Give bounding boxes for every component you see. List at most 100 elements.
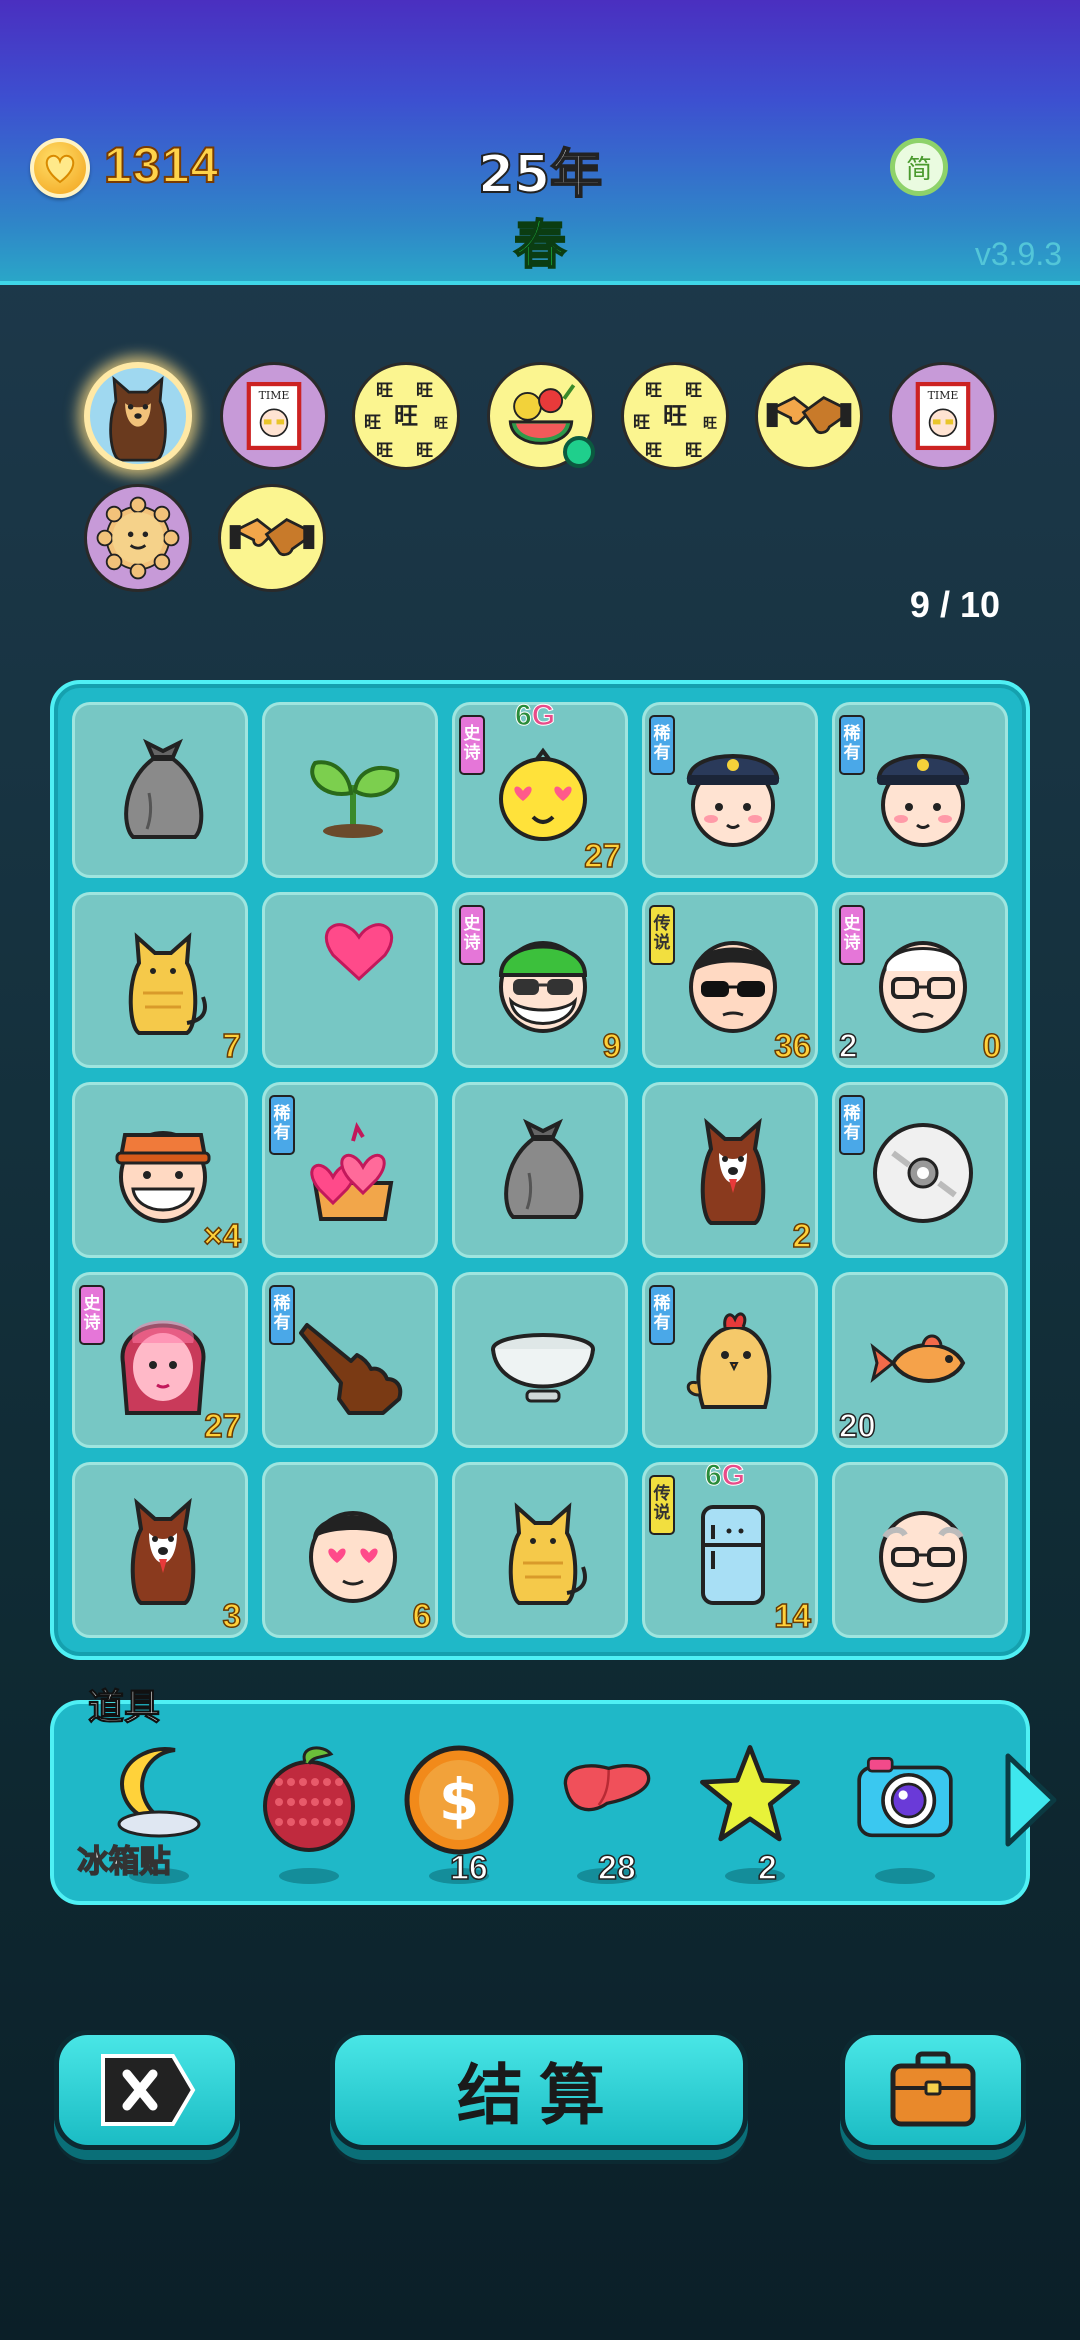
svg-text:旺: 旺 — [645, 381, 662, 401]
slot-count: 9 / 10 — [909, 584, 1000, 625]
svg-text:旺: 旺 — [633, 413, 650, 433]
board-cell[interactable]: 传说 36 — [642, 892, 818, 1068]
board-cell[interactable]: 2 — [642, 1082, 818, 1258]
board-cell[interactable]: 7 — [72, 892, 248, 1068]
simplified-chinese-toggle[interactable]: 简 — [890, 138, 948, 196]
rarity-badge: 稀有 — [839, 1095, 865, 1155]
board-cell[interactable]: 稀有 — [262, 1272, 438, 1448]
board-cell[interactable]: 稀有 — [832, 702, 1008, 878]
avatar-shiba-dog[interactable] — [84, 362, 192, 470]
board-cell[interactable]: 6 — [262, 1462, 438, 1638]
network-6g-badge: 6G — [515, 699, 556, 733]
svg-text:旺: 旺 — [364, 413, 381, 433]
board-cell[interactable]: 稀有 — [832, 1082, 1008, 1258]
board-cell[interactable]: 稀有 — [642, 702, 818, 878]
next-tools-arrow-icon[interactable] — [1000, 1750, 1060, 1850]
rarity-badge: 传说 — [649, 1475, 675, 1535]
pink-hair-girl-icon — [103, 1303, 223, 1423]
heart-coin-icon — [30, 138, 90, 198]
svg-text:TIME: TIME — [928, 389, 959, 402]
tool-camera[interactable] — [840, 1744, 970, 1884]
garbage-bag-icon — [103, 733, 223, 853]
police-officer-icon — [673, 733, 793, 853]
sunglasses-boss-icon — [673, 923, 793, 1043]
cell-counter: 3 — [222, 1596, 242, 1635]
board-cell[interactable] — [262, 892, 438, 1068]
cell-counter: 27 — [204, 1406, 242, 1445]
settle-button[interactable]: 结算 — [330, 2030, 748, 2150]
svg-text:旺: 旺 — [703, 416, 717, 432]
tool-count: 2 — [757, 1848, 777, 1888]
board-cell[interactable]: 史诗 0 2 — [832, 892, 1008, 1068]
board-cell[interactable] — [262, 702, 438, 878]
liver-icon — [547, 1740, 667, 1860]
avatar-time-magazine[interactable]: TIME — [889, 362, 997, 470]
svg-text:旺: 旺 — [685, 381, 702, 401]
yellow-cat-icon — [103, 923, 223, 1043]
cd-disc-icon — [863, 1113, 983, 1233]
bayberry-icon — [249, 1740, 369, 1860]
cell-counter: 36 — [774, 1026, 812, 1065]
rarity-badge: 稀有 — [649, 715, 675, 775]
board-cell[interactable] — [452, 1462, 628, 1638]
svg-text:旺: 旺 — [394, 402, 418, 430]
garbage-bag-icon — [483, 1113, 603, 1233]
board-cell[interactable] — [72, 702, 248, 878]
avatar-wang-pattern[interactable]: 旺旺旺旺旺旺旺 — [621, 362, 729, 470]
blue-fridge-icon — [673, 1493, 793, 1613]
husky-dog-icon — [673, 1113, 793, 1233]
board-cell[interactable] — [452, 1082, 628, 1258]
old-professor-icon — [863, 923, 983, 1043]
game-year: 25年 — [477, 144, 603, 206]
tool-shadow — [875, 1868, 935, 1884]
board-cell[interactable]: 稀有 — [642, 1272, 818, 1448]
board-cell[interactable]: 3 — [72, 1462, 248, 1638]
tool-count: 28 — [597, 1848, 636, 1888]
version-label: v3.9.3 — [974, 236, 1062, 272]
tool-bayberry[interactable] — [244, 1744, 374, 1884]
briefcase-icon — [890, 2051, 976, 2127]
pointing-hand-icon — [293, 1303, 413, 1423]
chicken-icon — [673, 1303, 793, 1423]
fridge-magnet-label: 冰箱贴 — [77, 1843, 172, 1881]
online-status-dot — [563, 436, 595, 468]
empty-bowl-icon — [483, 1303, 603, 1423]
close-button[interactable] — [54, 2030, 240, 2150]
board-cell[interactable] — [452, 1272, 628, 1448]
tools-title: 道具 — [87, 1687, 161, 1729]
board-cell[interactable]: 传说 6G 14 — [642, 1459, 818, 1638]
board-cell[interactable]: 史诗 27 — [72, 1272, 248, 1448]
camera-icon — [845, 1740, 965, 1860]
avatar-sun-cookie[interactable] — [84, 484, 192, 592]
board-cell[interactable]: 稀有 — [262, 1082, 438, 1258]
coin-icon: $ — [399, 1740, 519, 1860]
tools-bar: $16 28 2 — [50, 1700, 1030, 1905]
svg-text:旺: 旺 — [376, 381, 393, 401]
rarity-badge: 稀有 — [269, 1095, 295, 1155]
board-cell[interactable]: 史诗 9 — [452, 892, 628, 1068]
board-cell[interactable]: 20 — [832, 1272, 1008, 1448]
tool-star[interactable] — [690, 1744, 820, 1884]
flying-heart-icon — [293, 923, 413, 1043]
yellow-cat-icon — [483, 1493, 603, 1613]
rarity-badge: 史诗 — [839, 905, 865, 965]
svg-text:旺: 旺 — [685, 441, 702, 461]
avatar-handshake[interactable] — [218, 484, 326, 592]
mask-worker-icon — [103, 1113, 223, 1233]
avatar-handshake[interactable] — [755, 362, 863, 470]
rarity-badge: 稀有 — [649, 1285, 675, 1345]
briefcase-button[interactable] — [840, 2030, 1026, 2150]
cell-counter: 0 — [982, 1026, 1002, 1065]
rarity-badge: 史诗 — [459, 905, 485, 965]
top-bar: 1314 25年 春 简 v3.9.3 — [0, 0, 1080, 285]
rarity-badge: 稀有 — [839, 715, 865, 775]
cell-counter: 14 — [774, 1596, 812, 1635]
board-cell[interactable] — [832, 1462, 1008, 1638]
rarity-badge: 史诗 — [79, 1285, 105, 1345]
avatar-wang-pattern[interactable]: 旺旺旺旺旺旺旺 — [352, 362, 460, 470]
board-cell[interactable]: 史诗 6G 27 — [452, 699, 628, 878]
board-cell[interactable]: ×4 — [72, 1082, 248, 1258]
avatar-time-magazine[interactable]: TIME — [220, 362, 328, 470]
rarity-badge: 史诗 — [459, 715, 485, 775]
svg-text:旺: 旺 — [416, 381, 433, 401]
